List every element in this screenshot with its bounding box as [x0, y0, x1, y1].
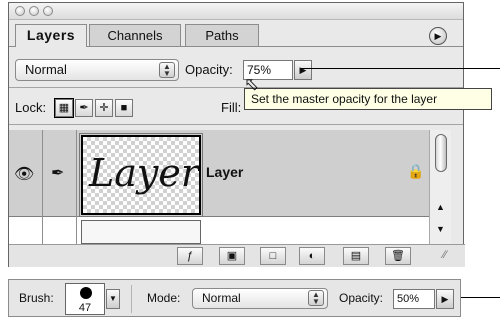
thumbnail-text: Layer	[89, 151, 200, 195]
layers-list: 👁 ✒ Layer Layer 🔒	[9, 130, 429, 244]
minimize-window-icon[interactable]	[29, 6, 39, 16]
add-layer-style-icon[interactable]: ƒ	[177, 247, 203, 265]
tab-channels[interactable]: Channels	[89, 24, 181, 46]
layers-bottom-toolbar: ƒ ▣ □ ◐ ▤ 🗑 ∕∕	[9, 244, 465, 267]
trash-icon[interactable]: 🗑	[385, 247, 411, 265]
blend-mode-select[interactable]: Normal ▲ ▼	[15, 59, 179, 81]
layer-name: Layer	[206, 164, 244, 180]
opacity-tooltip: Set the master opacity for the layer	[244, 88, 492, 110]
palette-title-bar[interactable]	[9, 3, 463, 20]
select-stepper-icon: ▲ ▼	[308, 290, 324, 306]
mode-value: Normal	[202, 291, 241, 305]
brush-tip-icon	[80, 287, 92, 299]
column-divider	[42, 130, 43, 244]
lock-image-icon[interactable]: ✒	[75, 99, 93, 117]
options-opacity-input[interactable]: 50%	[393, 289, 435, 309]
tab-paths[interactable]: Paths	[185, 24, 259, 46]
brush-dropdown-arrow-icon[interactable]: ▼	[106, 289, 120, 309]
brush-label: Brush:	[19, 291, 54, 305]
lock-all-icon[interactable]: ■	[115, 99, 133, 117]
eye-icon[interactable]: 👁	[14, 164, 34, 184]
column-divider	[76, 130, 77, 244]
layers-palette: Layers Channels Paths ▶ Normal ▲ ▼ Opacit…	[8, 2, 465, 267]
scroll-down-icon[interactable]: ▼	[436, 224, 445, 234]
add-mask-icon[interactable]: ▣	[219, 247, 245, 265]
mode-label: Mode:	[147, 291, 181, 305]
opacity-label: Opacity:	[185, 62, 233, 77]
scroll-thumb[interactable]	[435, 134, 447, 172]
fill-label: Fill:	[221, 100, 242, 115]
blend-mode-value: Normal	[25, 62, 67, 77]
paintbrush-icon[interactable]: ✒	[51, 163, 64, 183]
resize-grip-icon[interactable]: ∕∕	[443, 249, 447, 261]
divider	[131, 285, 132, 313]
lock-transparency-icon[interactable]: ▦	[54, 98, 74, 118]
layers-scrollbar[interactable]: ▲ ▼	[429, 130, 451, 244]
options-opacity-label: Opacity:	[339, 291, 384, 305]
lock-position-icon[interactable]: ✛	[95, 99, 113, 117]
new-adjustment-layer-icon[interactable]: ◐	[299, 247, 325, 265]
lock-label: Lock:	[15, 100, 47, 115]
close-window-icon[interactable]	[15, 6, 25, 16]
brush-size: 47	[78, 302, 92, 314]
palette-menu-arrow-icon[interactable]: ▶	[429, 27, 447, 45]
zoom-window-icon[interactable]	[43, 6, 53, 16]
layer-thumbnail: Layer	[79, 133, 203, 217]
layer-thumbnail-2	[81, 220, 201, 244]
tab-layers[interactable]: Layers	[15, 24, 87, 47]
options-opacity-arrow-icon[interactable]: ▶	[436, 289, 454, 309]
new-layer-icon[interactable]: ▤	[343, 247, 369, 265]
select-stepper-icon: ▲ ▼	[159, 62, 175, 78]
scroll-up-icon[interactable]: ▲	[436, 202, 445, 212]
divider	[9, 124, 463, 125]
brush-preset-picker[interactable]: 47	[65, 283, 105, 315]
mode-select[interactable]: Normal ▲ ▼	[192, 288, 328, 309]
layer-row[interactable]: 👁 ✒ Layer Layer 🔒	[9, 130, 429, 217]
opacity-slider-arrow-icon[interactable]: ▶	[294, 60, 312, 80]
lock-icon: 🔒	[407, 163, 425, 179]
new-group-icon[interactable]: □	[260, 247, 286, 265]
tool-options-bar: Brush: 47 ▼ Mode: Normal ▲ ▼ Opacity: 50%…	[8, 279, 461, 317]
callout-line	[301, 68, 500, 69]
callout-line	[461, 297, 500, 298]
mouse-pointer-icon: ⬁	[244, 74, 260, 94]
